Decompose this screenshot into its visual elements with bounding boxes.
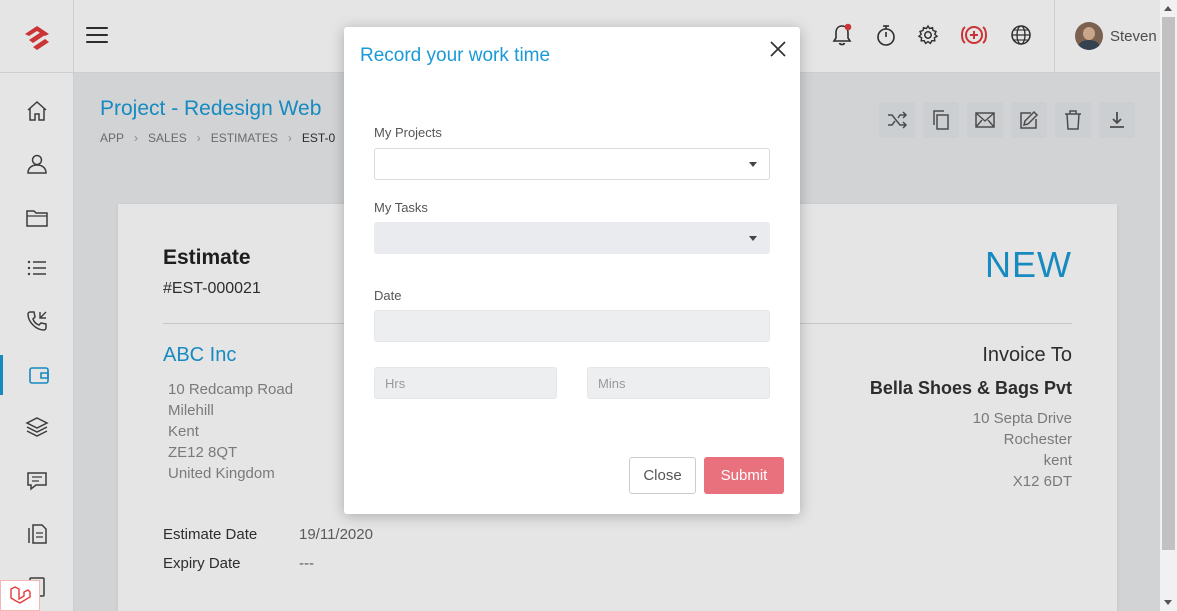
chevron-down-icon (749, 162, 757, 167)
scroll-down-icon[interactable] (1164, 600, 1172, 605)
tasks-label: My Tasks (374, 200, 428, 215)
modal-title: Record your work time (360, 45, 551, 66)
scrollbar-thumb[interactable] (1162, 17, 1175, 550)
hours-input[interactable] (374, 367, 557, 399)
date-field[interactable] (374, 310, 770, 342)
projects-label: My Projects (374, 125, 442, 140)
record-time-modal: Record your work time My Projects My Tas… (344, 27, 800, 514)
page-scrollbar[interactable] (1160, 0, 1177, 611)
projects-select[interactable] (374, 148, 770, 180)
laravel-icon[interactable] (0, 580, 40, 611)
date-label: Date (374, 288, 402, 303)
tasks-select[interactable] (374, 222, 770, 254)
submit-button[interactable]: Submit (704, 457, 784, 494)
close-button[interactable]: Close (629, 457, 696, 494)
scroll-up-icon[interactable] (1164, 6, 1172, 11)
chevron-down-icon (749, 236, 757, 241)
minutes-input[interactable] (587, 367, 770, 399)
close-icon[interactable] (768, 39, 788, 59)
